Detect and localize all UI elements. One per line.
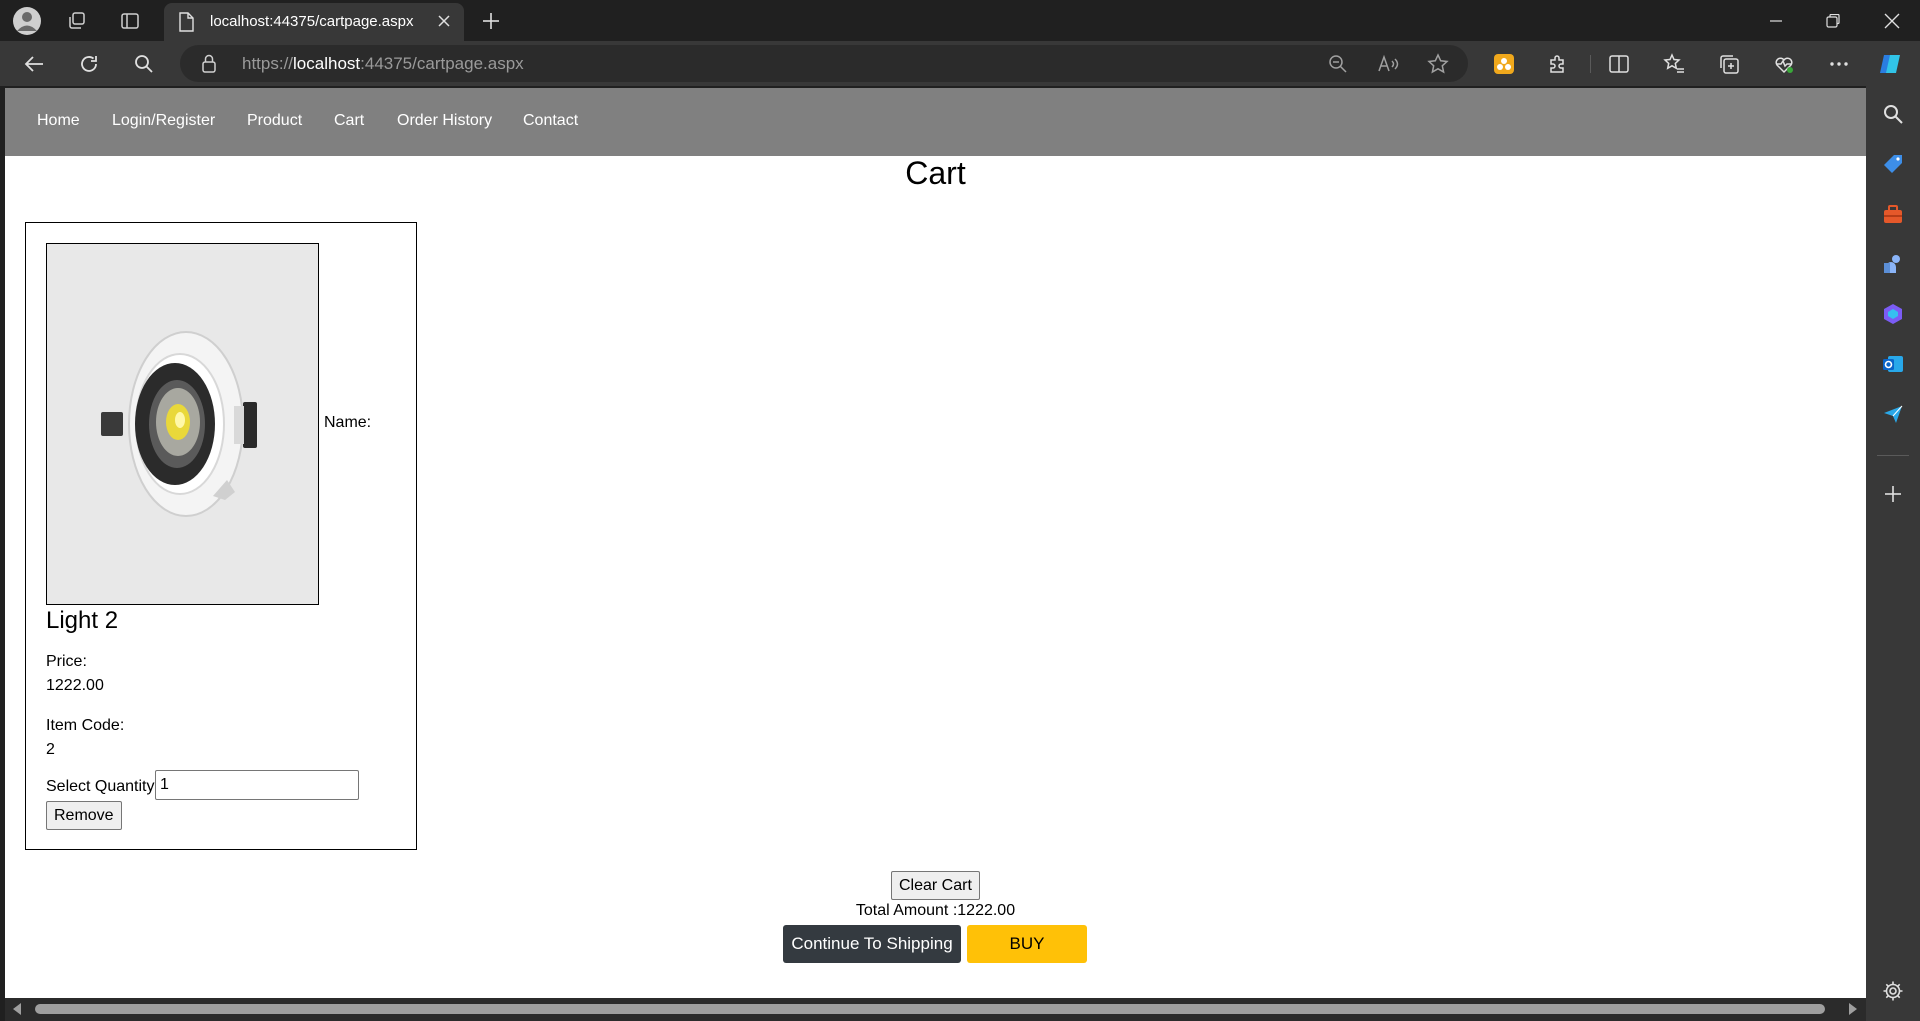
item-code-label: Item Code: [46, 717, 125, 734]
sidebar-separator [1877, 455, 1909, 456]
add-icon[interactable] [1881, 482, 1905, 506]
extension-app-icon[interactable] [1486, 46, 1522, 82]
url-text[interactable]: https://localhost:44375/cartpage.aspx [242, 54, 524, 74]
extensions-icon[interactable] [1540, 46, 1576, 82]
continue-to-shipping-button[interactable]: Continue To Shipping [783, 925, 961, 963]
sidebar-search-icon[interactable] [1881, 102, 1905, 126]
active-tab[interactable]: localhost:44375/cartpage.aspx [164, 3, 464, 41]
toolbar-separator [1590, 55, 1591, 73]
copilot-icon[interactable] [1874, 46, 1910, 82]
remove-button[interactable]: Remove [46, 801, 122, 830]
close-tab-icon[interactable] [434, 11, 454, 36]
favorite-star-icon[interactable] [1425, 51, 1451, 77]
cart-item-card: Name: Light 2 Price: 1222.00 Item Code: … [25, 222, 417, 850]
browser-titlebar: localhost:44375/cartpage.aspx [0, 0, 1920, 41]
read-aloud-icon[interactable] [1375, 51, 1401, 77]
address-bar[interactable]: https://localhost:44375/cartpage.aspx [180, 45, 1468, 82]
browser-toolbar: https://localhost:44375/cartpage.aspx [0, 41, 1920, 86]
quantity-label: Select Quantity [46, 778, 155, 795]
url-path: :44375/cartpage.aspx [360, 54, 524, 73]
url-host: localhost [293, 54, 361, 73]
product-name: Light 2 [46, 607, 119, 634]
refresh-icon[interactable] [71, 46, 107, 82]
shopping-tag-icon[interactable] [1881, 152, 1905, 176]
horizontal-scrollbar[interactable] [5, 998, 1866, 1021]
tools-icon[interactable] [1881, 202, 1905, 226]
product-image [46, 243, 319, 605]
url-scheme: https:// [242, 54, 294, 73]
browser-essentials-icon[interactable] [1766, 46, 1802, 82]
name-label: Name: [324, 414, 372, 431]
price-label: Price: [46, 653, 87, 670]
outlook-icon[interactable] [1881, 352, 1905, 376]
tab-actions-icon[interactable] [113, 4, 147, 38]
favorites-icon[interactable] [1656, 46, 1692, 82]
back-icon[interactable] [16, 46, 52, 82]
page-icon [178, 12, 194, 37]
nav-contact[interactable]: Contact [523, 112, 578, 130]
collections-icon[interactable] [1711, 46, 1747, 82]
search-icon[interactable] [126, 46, 162, 82]
zoom-out-icon[interactable] [1325, 51, 1351, 77]
settings-gear-icon[interactable] [1881, 979, 1905, 1003]
microsoft-365-icon[interactable] [1881, 302, 1905, 326]
site-navbar: Home Login/Register Product Cart Order H… [5, 88, 1866, 156]
close-window-icon[interactable] [1864, 0, 1920, 41]
scrollbar-thumb[interactable] [35, 1004, 1825, 1014]
page-viewport: Home Login/Register Product Cart Order H… [5, 88, 1866, 998]
item-code-value: 2 [46, 741, 55, 758]
nav-product[interactable]: Product [247, 112, 302, 130]
send-icon[interactable] [1881, 402, 1905, 426]
profile-icon[interactable] [10, 4, 44, 38]
minimize-icon[interactable] [1748, 0, 1804, 41]
price-value: 1222.00 [46, 677, 104, 694]
scroll-right-arrow-icon[interactable] [1849, 1003, 1857, 1015]
page-title: Cart [905, 155, 966, 191]
scroll-left-arrow-icon[interactable] [13, 1003, 21, 1015]
lock-icon[interactable] [201, 54, 217, 78]
nav-cart[interactable]: Cart [334, 112, 364, 130]
clear-cart-button[interactable]: Clear Cart [891, 871, 980, 900]
nav-home[interactable]: Home [37, 112, 80, 130]
more-options-icon[interactable] [1821, 46, 1857, 82]
workspaces-icon[interactable] [60, 4, 94, 38]
total-amount: Total Amount :1222.00 [855, 902, 1016, 919]
nav-login-register[interactable]: Login/Register [112, 112, 215, 130]
buy-button[interactable]: BUY [967, 925, 1087, 963]
browser-sidebar [1866, 86, 1920, 1021]
restore-icon[interactable] [1805, 0, 1861, 41]
split-screen-icon[interactable] [1601, 46, 1637, 82]
quantity-input[interactable] [155, 770, 359, 800]
nav-order-history[interactable]: Order History [397, 112, 492, 130]
downlight-illustration [47, 244, 318, 604]
tab-title: localhost:44375/cartpage.aspx [210, 13, 414, 30]
new-tab-icon[interactable] [474, 4, 508, 38]
games-icon[interactable] [1881, 252, 1905, 276]
